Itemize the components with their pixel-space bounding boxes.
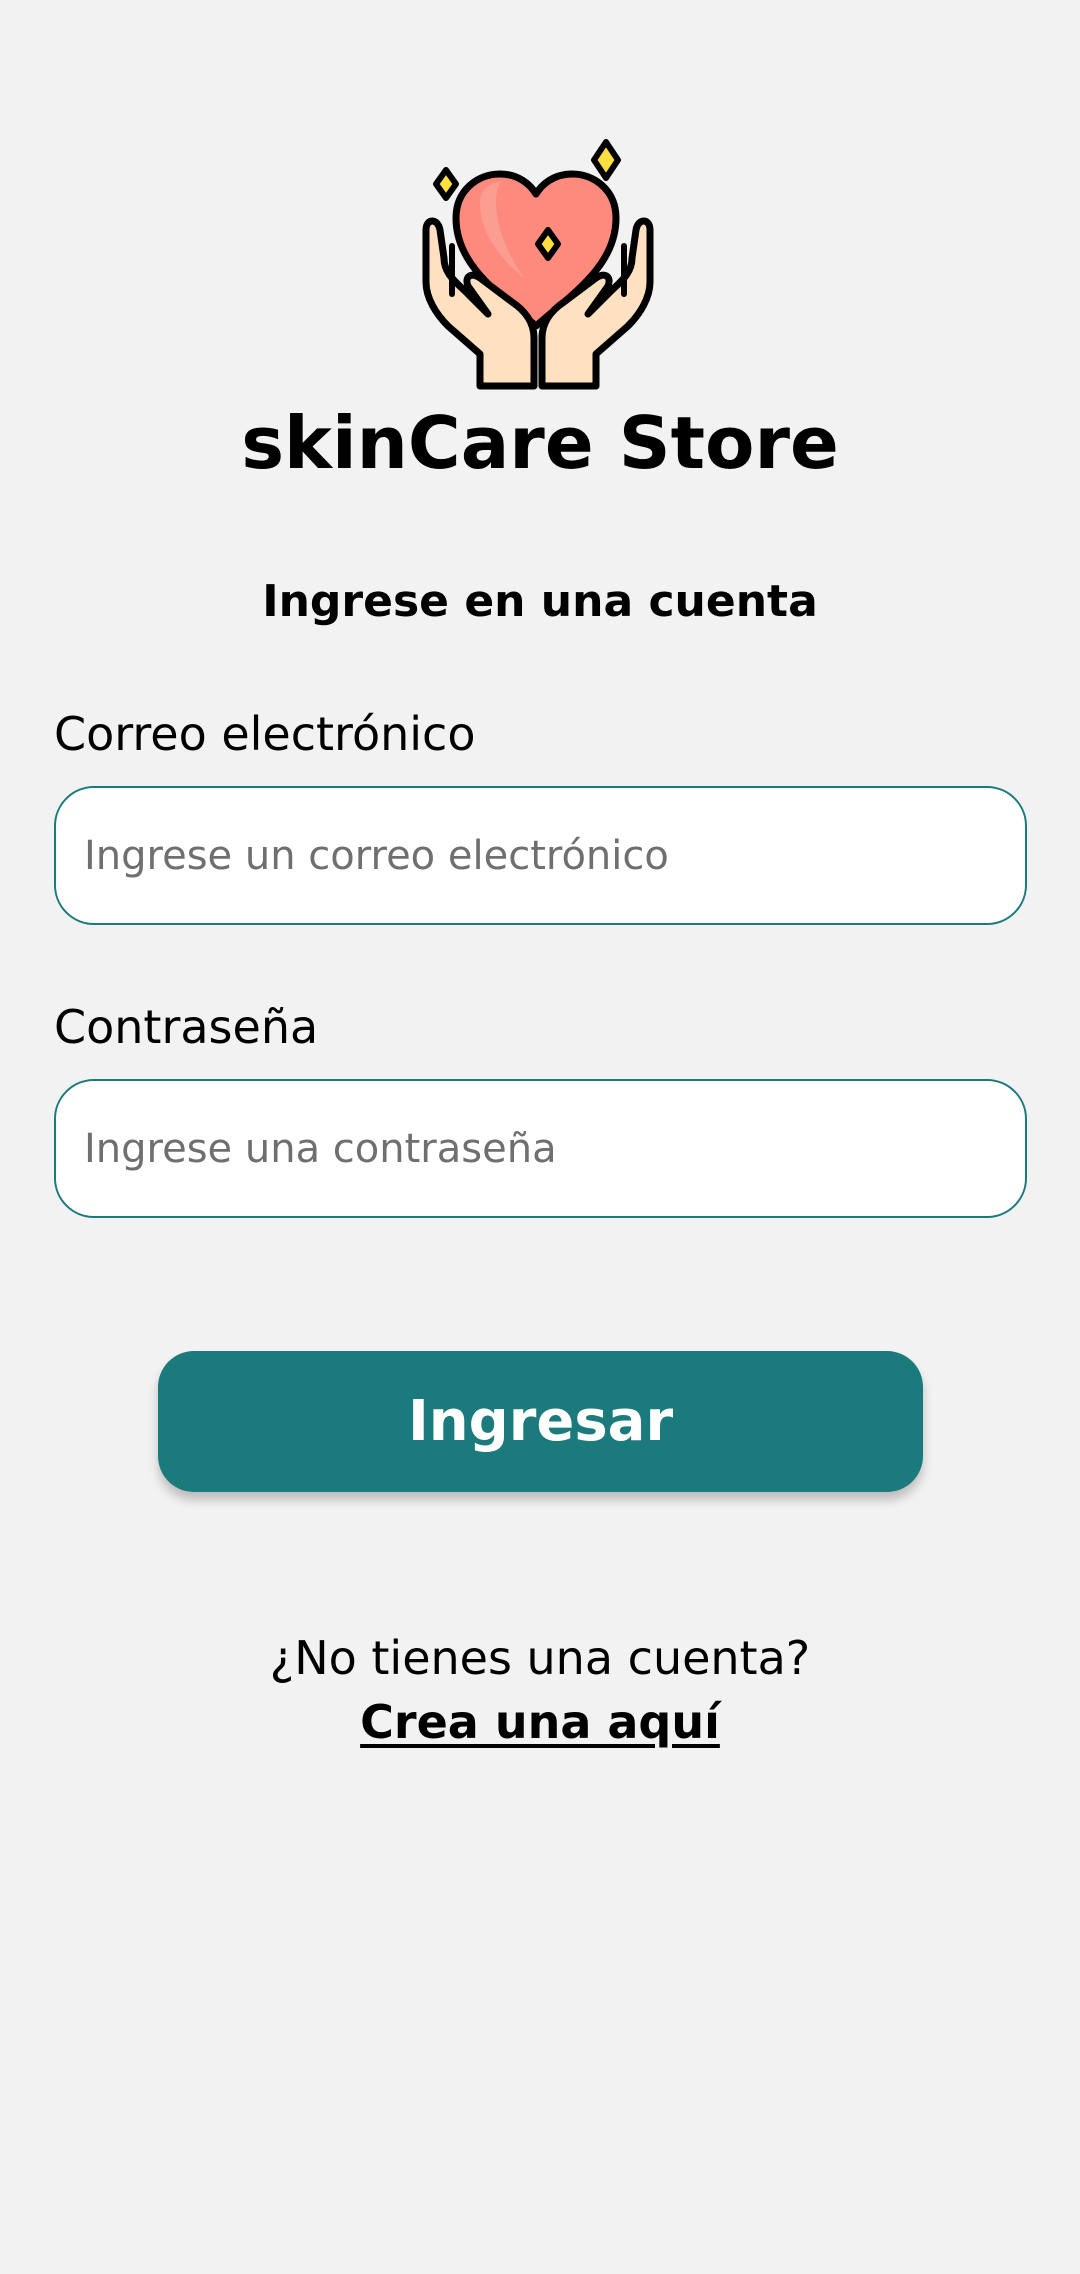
password-label: Contraseña <box>54 1000 319 1054</box>
email-field[interactable] <box>84 832 997 879</box>
email-field-container[interactable] <box>54 786 1027 925</box>
create-account-container: Crea una aquí <box>0 1692 1080 1752</box>
create-account-link[interactable]: Crea una aquí <box>360 1695 720 1749</box>
no-account-text: ¿No tienes una cuenta? <box>269 1631 811 1685</box>
password-field-container[interactable] <box>54 1079 1027 1218</box>
heart-in-hands-icon <box>422 139 654 390</box>
login-button[interactable]: Ingresar <box>158 1351 923 1492</box>
email-label: Correo electrónico <box>54 707 476 761</box>
brand-name: skinCare Store <box>241 401 839 485</box>
password-field[interactable] <box>84 1125 997 1172</box>
page-title: Ingrese en una cuenta <box>262 576 818 627</box>
login-screen: skinCare Store Ingrese en una cuenta Cor… <box>0 0 1080 2274</box>
